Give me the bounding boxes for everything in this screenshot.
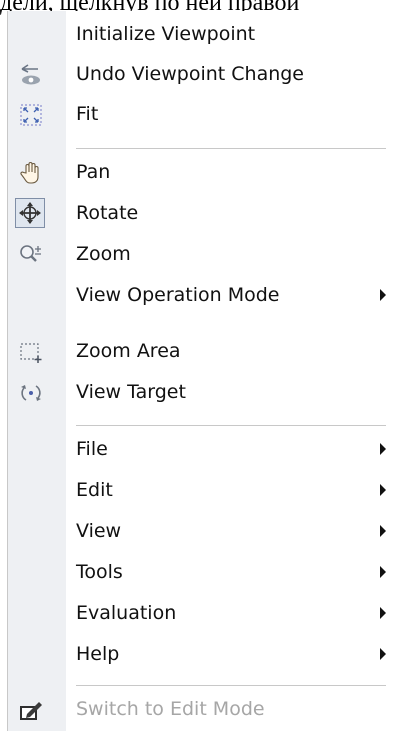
menu-item-label: Zoom bbox=[76, 243, 131, 265]
menu-item-label: View Target bbox=[76, 381, 186, 403]
menu-item-label: Initialize Viewpoint bbox=[76, 23, 256, 45]
menu-separator bbox=[76, 148, 386, 149]
zoom-icon bbox=[17, 241, 45, 269]
fit-icon bbox=[17, 101, 45, 129]
menu-item-zoom-area[interactable]: Zoom Area bbox=[8, 332, 386, 372]
undo-viewpoint-icon bbox=[17, 61, 45, 89]
menu-item-initialize-viewpoint[interactable]: Initialize Viewpoint bbox=[8, 15, 386, 55]
menu-item-label: Fit bbox=[76, 103, 99, 125]
menu-item-label: File bbox=[76, 438, 108, 460]
menu-item-help[interactable]: Help bbox=[8, 635, 386, 675]
submenu-arrow-icon bbox=[380, 607, 386, 619]
menu-item-fit[interactable]: Fit bbox=[8, 95, 386, 135]
submenu-arrow-icon bbox=[380, 443, 386, 455]
menu-item-file[interactable]: File bbox=[8, 430, 386, 470]
menu-item-switch-to-edit-mode: Switch to Edit Mode bbox=[8, 690, 386, 730]
menu-item-view-operation-mode[interactable]: View Operation Mode bbox=[8, 276, 386, 316]
menu-item-view-target[interactable]: View Target bbox=[8, 373, 386, 413]
menu-item-label: View Operation Mode bbox=[76, 284, 280, 306]
menu-item-edit[interactable]: Edit bbox=[8, 471, 386, 511]
menu-item-view[interactable]: View bbox=[8, 512, 386, 552]
menu-item-label: Help bbox=[76, 643, 120, 665]
zoom-area-icon bbox=[17, 338, 45, 366]
submenu-arrow-icon bbox=[380, 566, 386, 578]
edit-mode-icon bbox=[17, 696, 45, 724]
menu-item-label: Undo Viewpoint Change bbox=[76, 63, 304, 85]
menu-item-label: Evaluation bbox=[76, 602, 177, 624]
menu-item-label: Rotate bbox=[76, 202, 139, 224]
submenu-arrow-icon bbox=[380, 484, 386, 496]
hand-icon bbox=[17, 159, 45, 187]
submenu-arrow-icon bbox=[380, 648, 386, 660]
menu-item-zoom[interactable]: Zoom bbox=[8, 235, 386, 275]
menu-item-label: Tools bbox=[76, 561, 123, 583]
menu-item-pan[interactable]: Pan bbox=[8, 153, 386, 193]
menu-item-label: Edit bbox=[76, 479, 113, 501]
menu-item-tools[interactable]: Tools bbox=[8, 553, 386, 593]
menu-separator bbox=[76, 685, 386, 686]
menu-item-rotate[interactable]: Rotate bbox=[8, 194, 386, 234]
menu-item-undo-viewpoint-change[interactable]: Undo Viewpoint Change bbox=[8, 55, 386, 95]
menu-item-label: Pan bbox=[76, 161, 111, 183]
submenu-arrow-icon bbox=[380, 289, 386, 301]
rotate-icon bbox=[15, 198, 45, 228]
menu-item-evaluation[interactable]: Evaluation bbox=[8, 594, 386, 634]
submenu-arrow-icon bbox=[380, 525, 386, 537]
view-target-icon bbox=[17, 379, 45, 407]
context-menu: Initialize Viewpoint Undo Viewpoint Chan… bbox=[7, 11, 386, 731]
menu-separator bbox=[76, 425, 386, 426]
menu-item-label: View bbox=[76, 520, 122, 542]
menu-item-label: Zoom Area bbox=[76, 340, 181, 362]
menu-item-label: Switch to Edit Mode bbox=[76, 698, 265, 720]
